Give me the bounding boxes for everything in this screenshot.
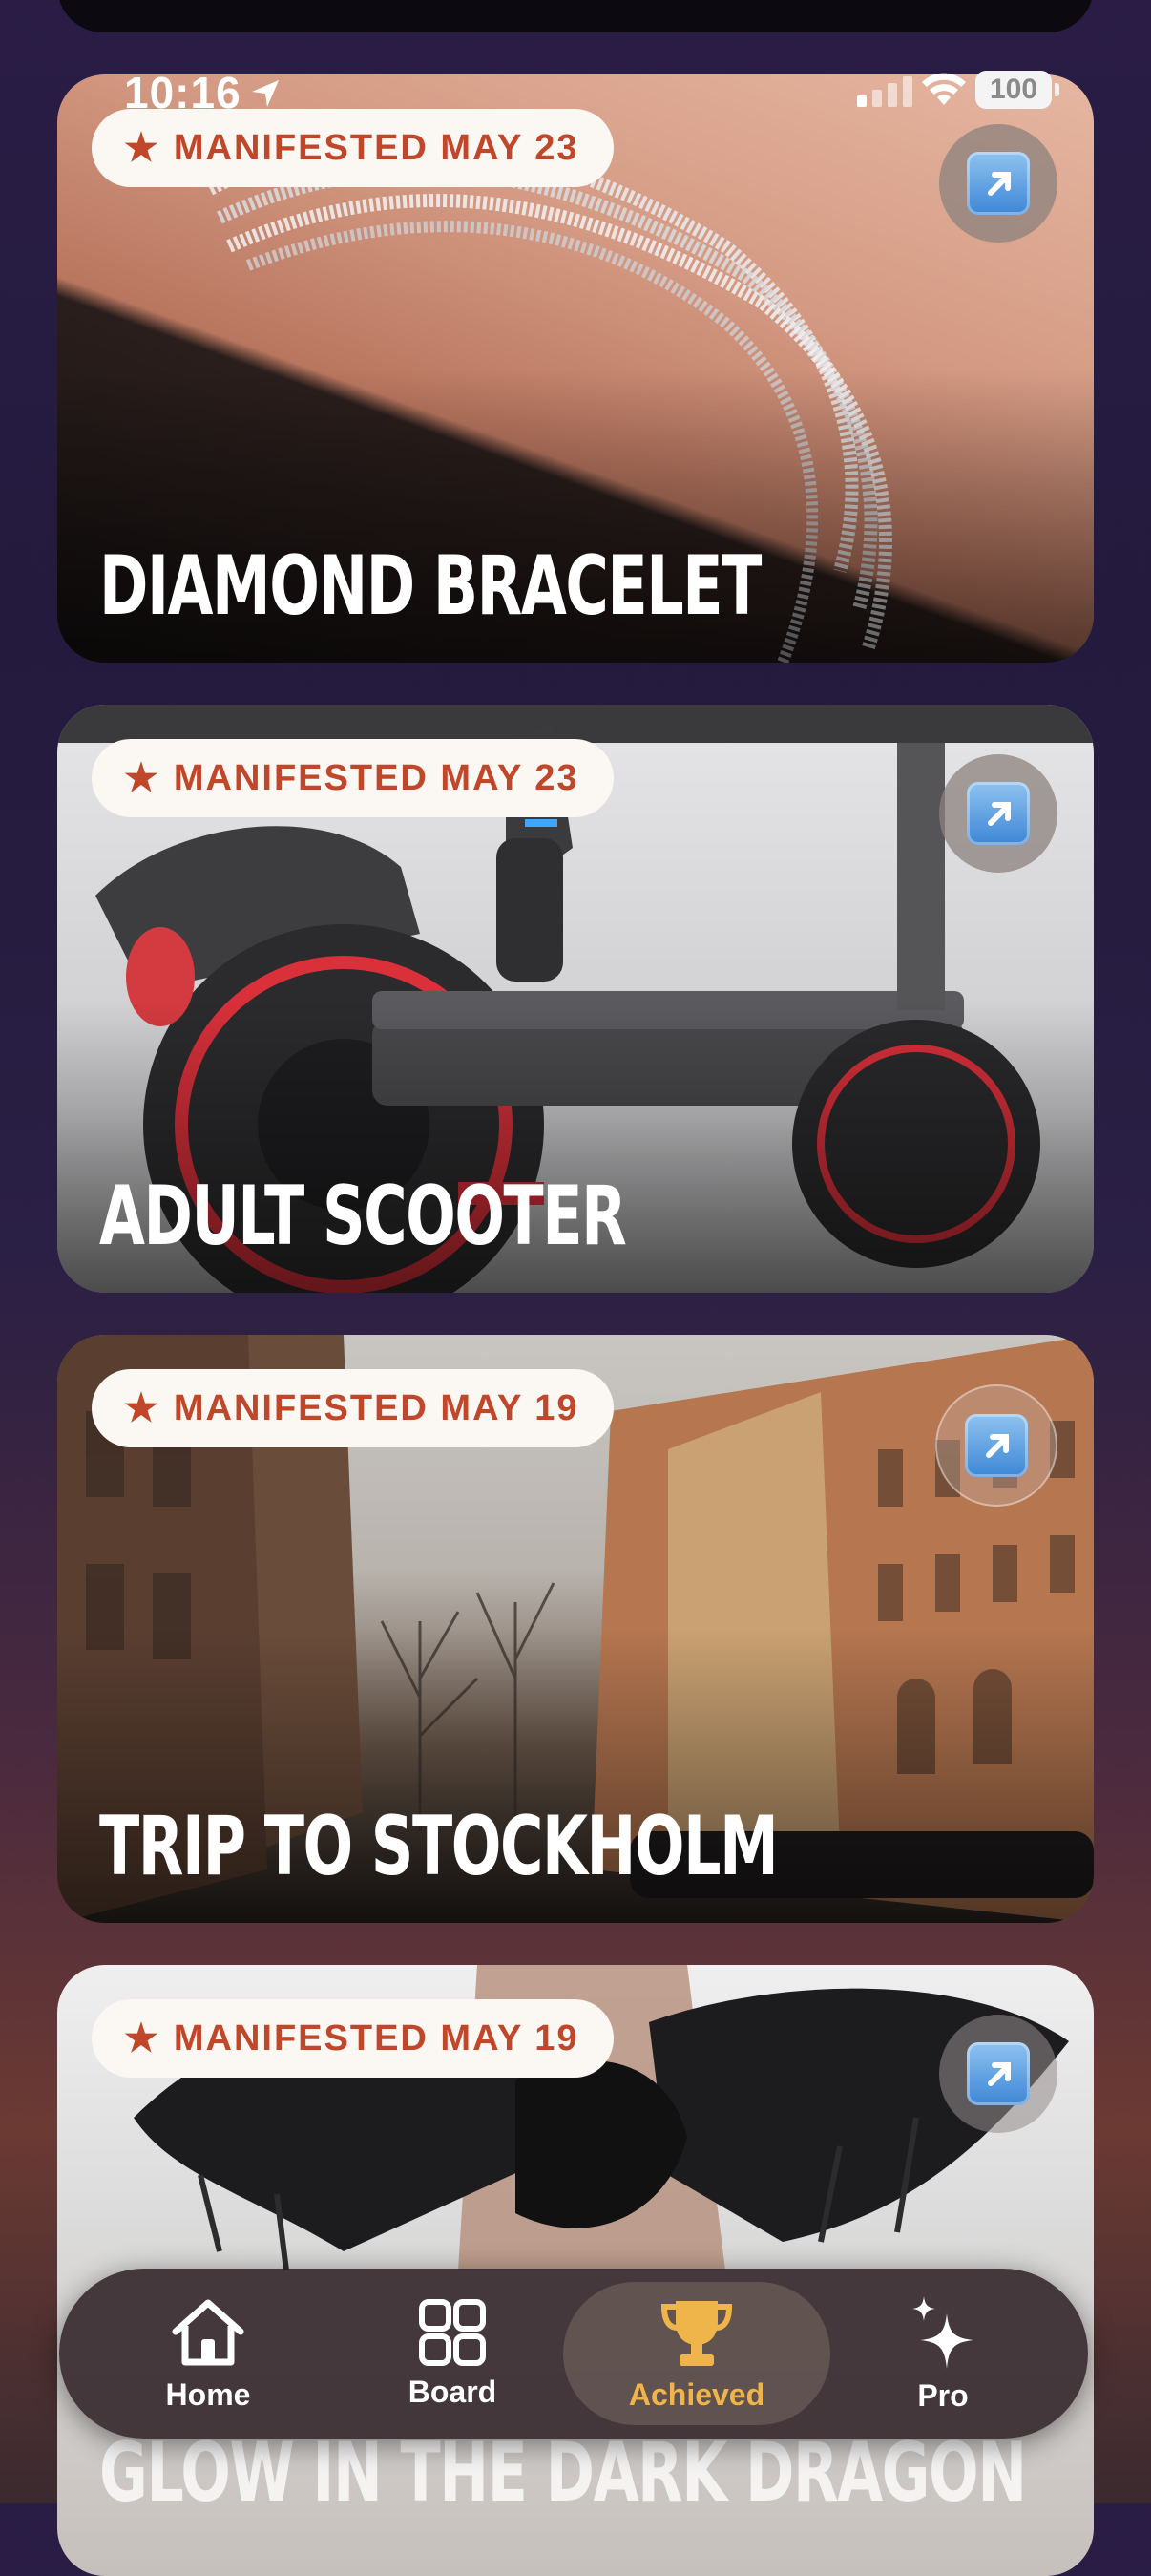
card-title: DIAMOND BRACELET [99, 538, 762, 634]
cellular-signal-icon [857, 76, 912, 107]
manifested-badge: ★ MANIFESTED MAY 19 [92, 1999, 614, 2078]
tab-achieved[interactable]: Achieved [563, 2282, 830, 2425]
location-arrow-icon [252, 80, 279, 107]
card-title: TRIP TO STOCKHOLM [99, 1799, 779, 1894]
status-time: 10:16 [124, 68, 241, 117]
card-title: GLOW IN THE DARK DRAGON [99, 2425, 1027, 2521]
manifested-date: MANIFESTED MAY 19 [173, 1387, 579, 1428]
house-icon [172, 2299, 244, 2365]
tab-board[interactable]: Board [338, 2282, 567, 2425]
tab-home[interactable]: Home [94, 2282, 323, 2425]
manifested-badge: ★ MANIFESTED MAY 19 [92, 1369, 614, 1447]
open-link-button[interactable] [935, 1384, 1057, 1507]
star-icon: ★ [124, 1387, 160, 1429]
previous-card-edge [57, 0, 1094, 32]
tab-bar: Home Board Achieved Pro [59, 2269, 1088, 2439]
open-link-button[interactable] [939, 124, 1057, 243]
goal-card-diamond-bracelet[interactable]: ★ MANIFESTED MAY 23 DIAMOND BRACELET [57, 74, 1094, 663]
tab-pro[interactable]: Pro [828, 2282, 1057, 2425]
open-link-button[interactable] [939, 2015, 1057, 2133]
goal-card-trip-to-stockholm[interactable]: ★ MANIFESTED MAY 19 TRIP TO STOCKHOLM [57, 1335, 1094, 1923]
goal-card-adult-scooter[interactable]: ★ MANIFESTED MAY 23 ADULT SCOOTER [57, 705, 1094, 1293]
open-link-button[interactable] [939, 754, 1057, 873]
star-icon: ★ [124, 2017, 160, 2059]
manifested-date: MANIFESTED MAY 19 [173, 2017, 579, 2059]
status-bar: 10:16 100 [57, 63, 1094, 124]
star-icon: ★ [124, 127, 160, 169]
battery-indicator: 100 [975, 71, 1059, 109]
star-icon: ★ [124, 757, 160, 799]
arrow-up-right-icon [967, 782, 1030, 845]
tab-label: Home [165, 2376, 251, 2412]
grid-icon [419, 2298, 486, 2366]
wifi-icon [922, 73, 966, 105]
tab-label: Board [408, 2374, 497, 2409]
manifested-date: MANIFESTED MAY 23 [173, 127, 579, 168]
sparkles-icon [912, 2295, 973, 2369]
arrow-up-right-icon [967, 2042, 1030, 2105]
card-title: ADULT SCOOTER [99, 1169, 627, 1264]
trophy-icon [660, 2300, 733, 2366]
tab-label: Achieved [628, 2376, 765, 2412]
manifested-date: MANIFESTED MAY 23 [173, 757, 579, 798]
arrow-up-right-icon [967, 152, 1030, 215]
arrow-up-right-icon [965, 1414, 1028, 1477]
tab-label: Pro [917, 2377, 969, 2413]
manifested-badge: ★ MANIFESTED MAY 23 [92, 739, 614, 817]
